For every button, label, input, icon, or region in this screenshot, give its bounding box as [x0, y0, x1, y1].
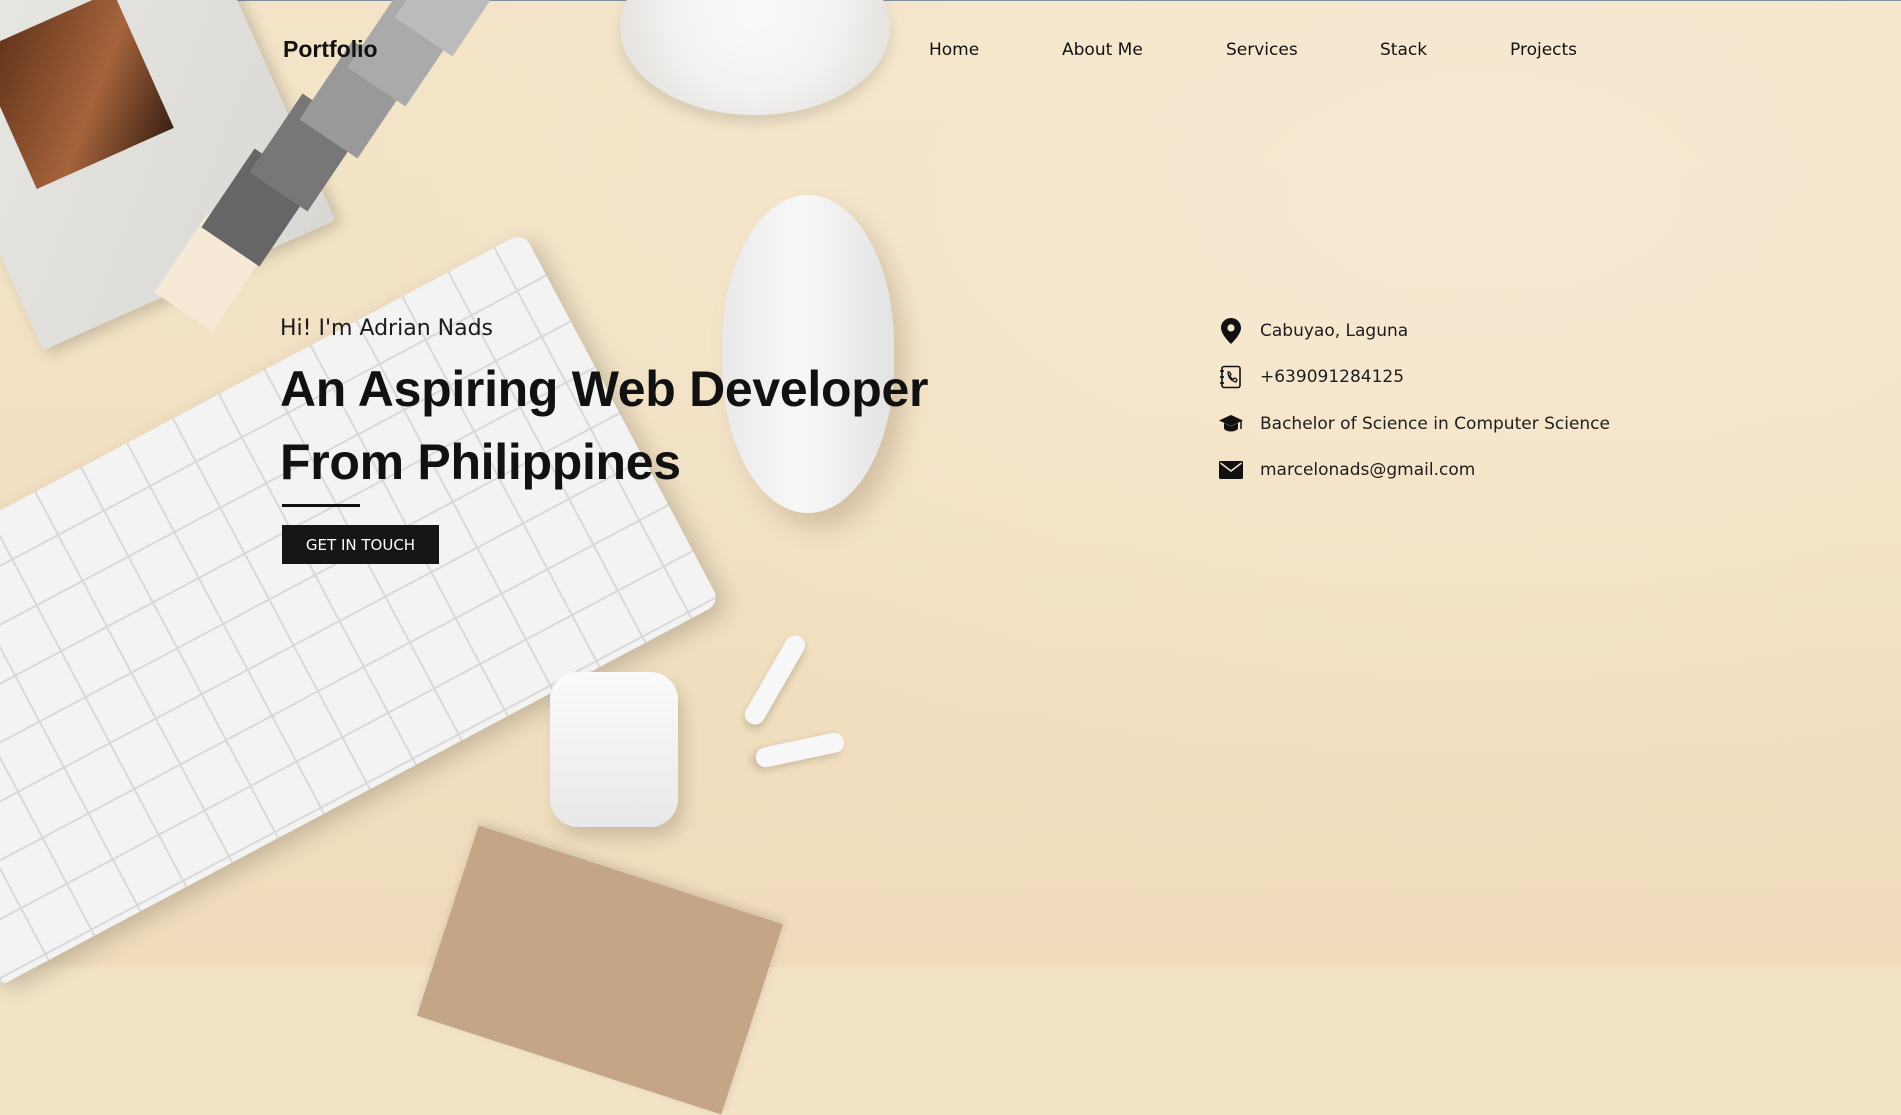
- newspaper-photo: [0, 0, 174, 189]
- headline-line-2: From Philippines: [280, 434, 681, 490]
- map-pin-icon: [1218, 318, 1244, 344]
- contact-email: marcelonads@gmail.com: [1218, 457, 1475, 483]
- phone-text: +639091284125: [1260, 367, 1405, 387]
- site-logo[interactable]: Portfolio: [283, 36, 378, 63]
- nav-projects[interactable]: Projects: [1510, 40, 1577, 60]
- graduation-cap-icon: [1218, 411, 1244, 437]
- headline-underline: [282, 504, 360, 507]
- hero-headline: An Aspiring Web Developer From Philippin…: [280, 353, 1000, 499]
- earbuds-case-decoration: [550, 672, 678, 827]
- nav-stack[interactable]: Stack: [1380, 40, 1427, 60]
- contact-location: Cabuyao, Laguna: [1218, 318, 1408, 344]
- email-text[interactable]: marcelonads@gmail.com: [1260, 460, 1475, 480]
- hero-greeting: Hi! I'm Adrian Nads: [280, 316, 493, 341]
- nav-about-me[interactable]: About Me: [1062, 40, 1143, 60]
- envelope-icon: [1218, 457, 1244, 483]
- get-in-touch-button[interactable]: GET IN TOUCH: [282, 525, 439, 564]
- contact-phone: +639091284125: [1218, 364, 1404, 390]
- headline-line-1: An Aspiring Web Developer: [280, 361, 929, 417]
- nav-services[interactable]: Services: [1226, 40, 1298, 60]
- education-text: Bachelor of Science in Computer Science: [1260, 414, 1610, 434]
- nav-home[interactable]: Home: [929, 40, 979, 60]
- phone-book-icon: [1218, 364, 1244, 390]
- contact-education: Bachelor of Science in Computer Science: [1218, 411, 1610, 437]
- location-text: Cabuyao, Laguna: [1260, 321, 1409, 341]
